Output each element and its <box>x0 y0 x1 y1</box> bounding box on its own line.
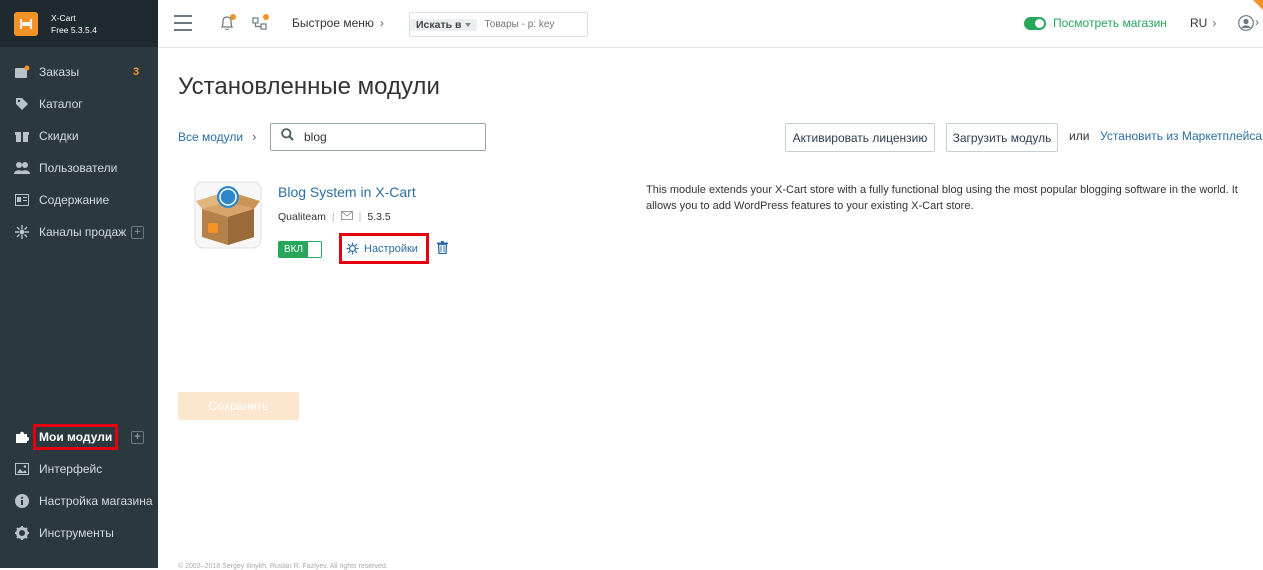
sidebar-item-orders[interactable]: Заказы 3 <box>0 56 158 88</box>
orders-count-badge: 3 <box>133 66 140 78</box>
orders-icon <box>14 64 30 80</box>
sidebar-item-label: Мои модули <box>33 424 119 450</box>
quick-menu-label: Быстрое меню <box>292 16 374 30</box>
email-icon[interactable] <box>340 211 353 223</box>
sidebar-item-label: Содержание <box>39 193 110 207</box>
sidebar-item-users[interactable]: Пользователи <box>0 152 158 184</box>
sidebar-item-label: Каналы продаж <box>39 225 127 239</box>
module-description: This module extends your X-Cart store wi… <box>646 184 1238 212</box>
chevron-right-icon: › <box>252 129 257 144</box>
settings-label: Настройки <box>364 242 418 255</box>
module-search-input[interactable] <box>304 130 474 144</box>
chevron-right-icon: › <box>379 16 384 30</box>
main-content: Установленные модули Все модули › Активи… <box>158 49 1263 570</box>
module-author: Qualiteam <box>278 211 326 223</box>
quick-menu[interactable]: Быстрое меню › <box>292 16 384 30</box>
sidebar-item-label: Инструменты <box>39 526 114 540</box>
sidebar-item-content[interactable]: Содержание <box>0 184 158 216</box>
sidebar-item-interface[interactable]: Интерфейс <box>0 453 158 485</box>
sidebar: X-Cart Free 5.3.5.4 Заказы 3 Каталог Ски… <box>0 0 158 568</box>
sidebar-item-my-modules[interactable]: Мои модули + <box>0 421 158 453</box>
corner-flag <box>1253 0 1263 10</box>
sidebar-item-sales-channels[interactable]: Каналы продаж + <box>0 216 158 248</box>
footer-copyright: © 2002–2018 Sergey Ilinykh, Ruslan R. Fa… <box>178 563 388 570</box>
activate-license-button[interactable]: Активировать лицензию <box>785 123 935 152</box>
search-scope-label: Искать в <box>416 18 462 31</box>
toggle-label: ВКЛ <box>279 242 308 257</box>
caret-down-icon <box>465 22 472 27</box>
add-sales-channel-button[interactable]: + <box>131 225 144 239</box>
sidebar-nav: Заказы 3 Каталог Скидки Пользователи Сод… <box>0 56 158 248</box>
install-from-marketplace-link[interactable]: Установить из Маркетплейса <box>1100 129 1262 143</box>
upload-module-button[interactable]: Загрузить модуль <box>946 123 1058 152</box>
gear-icon <box>14 525 30 541</box>
content-icon <box>14 192 30 208</box>
page-title: Установленные модули <box>178 73 440 100</box>
sidebar-nav-bottom: Мои модули + Интерфейс Настройка магазин… <box>0 421 158 549</box>
sidebar-item-tools[interactable]: Инструменты <box>0 517 158 549</box>
sales-channels-icon <box>14 224 30 240</box>
sidebar-item-catalog[interactable]: Каталог <box>0 88 158 120</box>
module-version: 5.3.5 <box>367 211 391 223</box>
sidebar-item-label: Каталог <box>39 97 83 111</box>
notification-dot <box>263 14 269 20</box>
language-label: RU <box>1190 16 1208 30</box>
info-icon <box>14 493 30 509</box>
sidebar-item-label: Пользователи <box>39 161 118 175</box>
chevron-right-icon[interactable]: › <box>1255 15 1259 29</box>
content-structure-icon[interactable] <box>252 14 269 31</box>
store-toggle-icon <box>1024 16 1046 30</box>
image-icon <box>14 461 30 477</box>
save-button[interactable]: Сохранить <box>178 392 299 420</box>
sidebar-item-store-settings[interactable]: Настройка магазина <box>0 485 158 517</box>
view-store-label: Посмотреть магазин <box>1053 16 1167 30</box>
notifications-bell-icon[interactable] <box>219 14 236 31</box>
view-store-link[interactable]: Посмотреть магазин <box>1024 16 1167 30</box>
sidebar-item-label: Заказы <box>39 65 80 79</box>
breadcrumb: Все модули › <box>178 129 256 144</box>
module-meta: Qualiteam | | 5.3.5 <box>278 211 391 223</box>
brand-version: Free 5.3.5.4 <box>51 24 97 35</box>
sidebar-item-label: Скидки <box>39 129 79 143</box>
xcart-logo-icon <box>14 11 38 36</box>
delete-module-trash-icon[interactable] <box>437 241 448 259</box>
user-avatar-icon[interactable] <box>1238 15 1254 31</box>
module-box-icon <box>194 181 262 249</box>
settings-gear-icon <box>346 242 359 255</box>
puzzle-icon <box>14 429 30 445</box>
brand-name: X-Cart <box>51 12 76 23</box>
chevron-right-icon: › <box>1212 16 1217 30</box>
sidebar-item-discounts[interactable]: Скидки <box>0 120 158 152</box>
brand-text: X-Cart Free 5.3.5.4 <box>51 12 97 36</box>
search-icon <box>281 128 294 146</box>
search-input[interactable] <box>477 19 588 30</box>
tag-icon <box>14 96 30 112</box>
sidebar-item-label: Настройка магазина <box>39 494 153 508</box>
module-enabled-toggle[interactable]: ВКЛ <box>278 241 322 258</box>
menu-toggle-icon[interactable] <box>174 15 192 31</box>
all-modules-link[interactable]: Все модули <box>178 130 243 144</box>
notification-dot <box>230 14 236 20</box>
gift-icon <box>14 128 30 144</box>
or-label: или <box>1069 129 1090 143</box>
module-name-link[interactable]: Blog System in X-Cart <box>278 184 416 200</box>
language-selector[interactable]: RU › <box>1190 16 1216 30</box>
add-module-button[interactable]: + <box>131 430 144 444</box>
module-settings-link[interactable]: Настройки <box>339 233 429 264</box>
search-scope-dropdown[interactable]: Искать в <box>410 18 478 31</box>
brand[interactable]: X-Cart Free 5.3.5.4 <box>0 0 158 47</box>
module-search <box>270 123 486 151</box>
top-bar: Быстрое меню › Искать в Посмотреть магаз… <box>158 0 1263 48</box>
sidebar-item-label: Интерфейс <box>39 462 103 476</box>
users-icon <box>14 160 30 176</box>
global-search: Искать в <box>409 12 589 37</box>
